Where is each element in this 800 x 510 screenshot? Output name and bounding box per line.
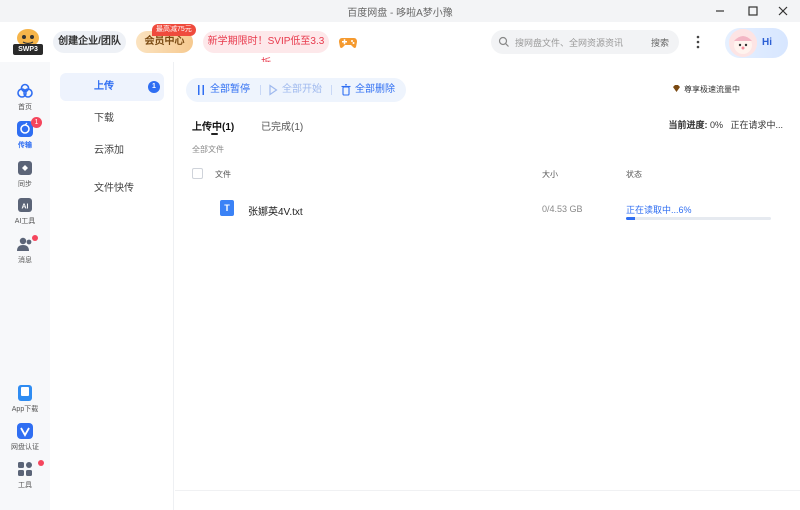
trash-icon [341,84,351,96]
tools-grid-icon [18,462,32,476]
ai-tool-icon: AI [18,198,32,212]
file-progress-fill [626,217,635,220]
table-header: 文件 大小 状态 [192,168,782,182]
progress-status: 正在请求中... [730,120,783,130]
title-bar: 百度网盘 - 哆啦A梦小豫 [0,0,800,22]
active-tab-underline [211,133,218,135]
toolbar-divider [331,85,332,95]
main-content: 全部暂停 全部开始 全部删除 尊享极速流量中 上传中(1) 已完成(1) 当前进… [175,62,800,510]
logo-label: SWP3 [13,44,43,55]
subnav-label: 云添加 [94,145,124,156]
column-size: 大小 [542,170,558,179]
start-all-button[interactable]: 全部开始 [268,78,322,102]
promo-button[interactable]: 新学期限时！SVIP低至3.3折 [203,31,329,69]
user-profile[interactable]: Hi [725,28,788,58]
nav-item-home[interactable]: 首页 [0,82,50,112]
pause-all-button[interactable]: 全部暂停 [196,78,250,102]
more-menu-icon[interactable] [692,34,704,50]
search-box[interactable]: 搜网盘文件、全网资源资讯 搜索 [491,30,679,54]
left-navigation: 首页 传输 1 同步 AI AI工具 消息 App下载 网盘认证 工具 [0,62,50,510]
progress-value: 0% [709,120,723,130]
file-size: 0/4.53 GB [542,204,583,214]
close-icon[interactable] [774,3,792,19]
progress-label: 当前进度: [668,120,708,130]
nav-label: App下载 [11,406,39,413]
avatar-face-icon [729,29,757,57]
tools-dot [38,460,44,466]
breadcrumb[interactable]: 全部文件 [192,144,224,155]
app-download-icon [18,385,32,401]
nav-label: 同步 [18,181,32,188]
transfer-toolbar: 全部暂停 全部开始 全部删除 [186,78,406,102]
nav-label: AI工具 [14,218,36,225]
nav-label: 网盘认证 [11,444,39,451]
window-title: 百度网盘 - 哆啦A梦小豫 [347,8,453,19]
nav-label: 传输 [18,142,32,149]
column-status: 状态 [626,170,642,179]
file-status: 正在读取中...6% [626,205,692,215]
play-icon [269,84,278,96]
nav-label: 工具 [18,482,32,489]
upload-count-badge: 1 [148,81,160,93]
search-icon [498,36,509,47]
gamepad-icon[interactable] [338,33,358,51]
speed-label: 尊享极速流量中 [684,85,740,94]
pause-icon [198,85,204,95]
nav-item-verify[interactable]: 网盘认证 [0,422,50,452]
nav-item-sync[interactable]: 同步 [0,159,50,189]
file-name: 张娜英4V.txt [248,207,303,218]
greeting-label: Hi [762,37,772,48]
transfer-subnav: 上传 1 下载 云添加 文件快传 [50,62,174,510]
transfer-count-badge: 1 [31,117,42,128]
svg-text:AI: AI [22,204,29,211]
select-all-checkbox[interactable] [192,168,203,179]
app-header: SWP3 创建企业/团队 会员中心 最高减75元 新学期限时！SVIP低至3.3… [0,22,800,69]
txt-file-icon: T [220,200,234,216]
delete-all-button[interactable]: 全部删除 [341,78,395,102]
nav-item-app-download[interactable]: App下载 [0,384,50,414]
nav-item-messages[interactable]: 消息 [0,235,50,265]
subnav-item-cloud-add[interactable]: 云添加 [60,137,164,165]
tab-completed[interactable]: 已完成(1) [261,118,303,133]
toolbar-divider [260,85,261,95]
subnav-item-upload[interactable]: 上传 1 [60,73,164,101]
search-button[interactable]: 搜索 [651,36,669,49]
diamond-icon [673,85,680,92]
subnav-label: 上传 [94,81,114,92]
footer-divider [175,490,800,491]
column-file: 文件 [215,170,231,179]
table-row[interactable]: T 张娜英4V.txt 0/4.53 GB 正在读取中...6% [192,198,782,222]
subnav-label: 下载 [94,113,114,124]
create-team-button[interactable]: 创建企业/团队 [53,31,126,53]
maximize-icon[interactable] [744,3,762,19]
home-cloud-icon [17,83,33,98]
nav-item-ai-tools[interactable]: AI AI工具 [0,196,50,226]
nav-item-transfer[interactable]: 传输 [0,120,50,150]
subnav-label: 文件快传 [94,183,134,194]
subnav-item-quick-transfer[interactable]: 文件快传 [60,175,164,203]
minimize-icon[interactable] [711,3,729,19]
avatar[interactable] [729,29,757,57]
overall-progress: 当前进度: 0% 正在请求中... [668,118,783,131]
search-input[interactable]: 搜网盘文件、全网资源资讯 [515,36,623,49]
verify-icon [17,423,33,439]
sync-icon [18,161,32,175]
tab-uploading[interactable]: 上传中(1) [192,118,234,133]
file-progress-bar [626,217,771,220]
subnav-item-download[interactable]: 下载 [60,105,164,133]
vip-discount-badge: 最高减75元 [152,24,196,36]
nav-label: 消息 [18,257,32,264]
nav-label: 首页 [18,104,32,111]
message-dot [32,235,38,241]
speed-status[interactable]: 尊享极速流量中 [672,84,740,95]
